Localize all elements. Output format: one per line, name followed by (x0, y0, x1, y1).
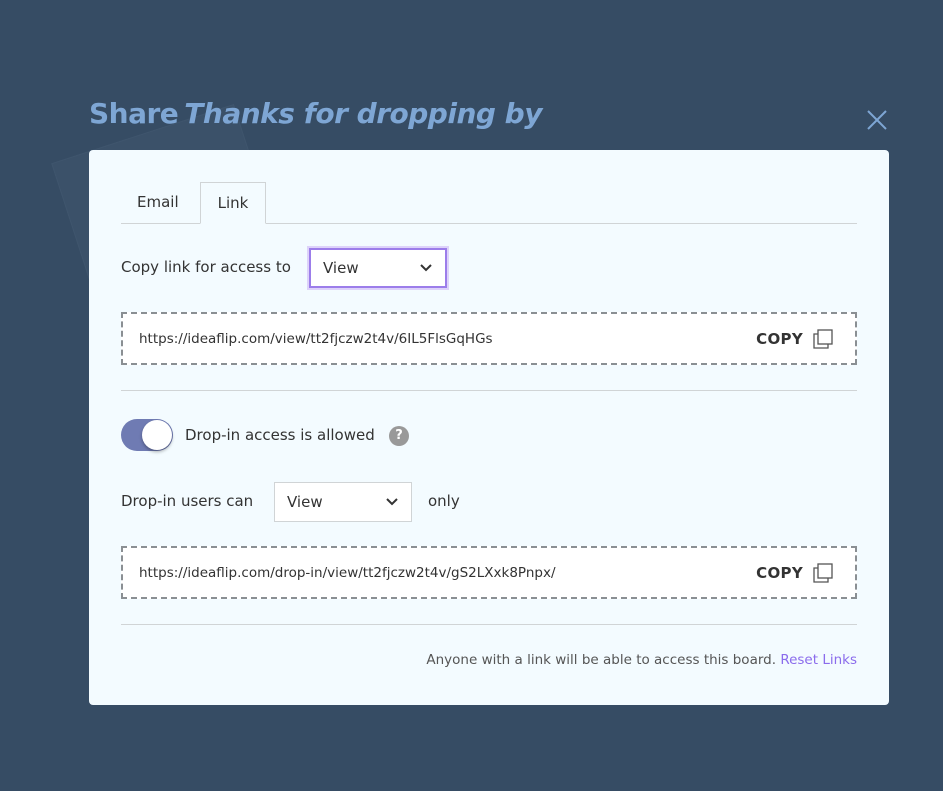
close-icon (867, 110, 887, 130)
dropin-users-label: Drop-in users can (121, 492, 254, 510)
modal-title: Share Thanks for dropping by (89, 97, 542, 130)
access-label: Copy link for access to (121, 258, 291, 276)
footer-note: Anyone with a link will be able to acces… (426, 652, 857, 668)
toggle-knob (142, 420, 172, 450)
section-divider (121, 390, 857, 391)
copy-view-link-button[interactable]: COPY (756, 328, 833, 349)
footer-note-text: Anyone with a link will be able to acces… (426, 652, 777, 668)
only-label: only (428, 492, 460, 510)
view-link-url[interactable]: https://ideaflip.com/view/tt2fjczw2t4v/6… (139, 331, 493, 347)
help-icon[interactable]: ? (389, 426, 409, 446)
view-link-box: https://ideaflip.com/view/tt2fjczw2t4v/6… (121, 312, 857, 365)
share-modal: Email Link Copy link for access to View … (89, 150, 889, 705)
copy-label: COPY (756, 563, 803, 582)
reset-links-link[interactable]: Reset Links (780, 652, 857, 668)
access-level-value: View (323, 259, 359, 277)
title-prefix: Share (89, 97, 179, 130)
copy-label: COPY (756, 329, 803, 348)
copy-dropin-link-button[interactable]: COPY (756, 562, 833, 583)
section-divider (121, 624, 857, 625)
tab-email[interactable]: Email (121, 182, 195, 223)
close-button[interactable] (864, 107, 890, 133)
copy-icon (813, 562, 833, 583)
dropin-link-box: https://ideaflip.com/drop-in/view/tt2fjc… (121, 546, 857, 599)
tab-link[interactable]: Link (200, 182, 266, 224)
board-name: Thanks for dropping by (184, 97, 542, 130)
dropin-toggle-label: Drop-in access is allowed (185, 426, 375, 444)
chevron-down-icon (386, 498, 398, 506)
access-level-select[interactable]: View (309, 248, 447, 288)
dropin-toggle[interactable] (121, 419, 173, 451)
dropin-permission-select[interactable]: View (274, 482, 412, 522)
chevron-down-icon (420, 264, 432, 272)
copy-icon (813, 328, 833, 349)
dropin-permission-value: View (287, 493, 323, 511)
dropin-link-url[interactable]: https://ideaflip.com/drop-in/view/tt2fjc… (139, 565, 556, 581)
tab-bar: Email Link (121, 182, 857, 224)
